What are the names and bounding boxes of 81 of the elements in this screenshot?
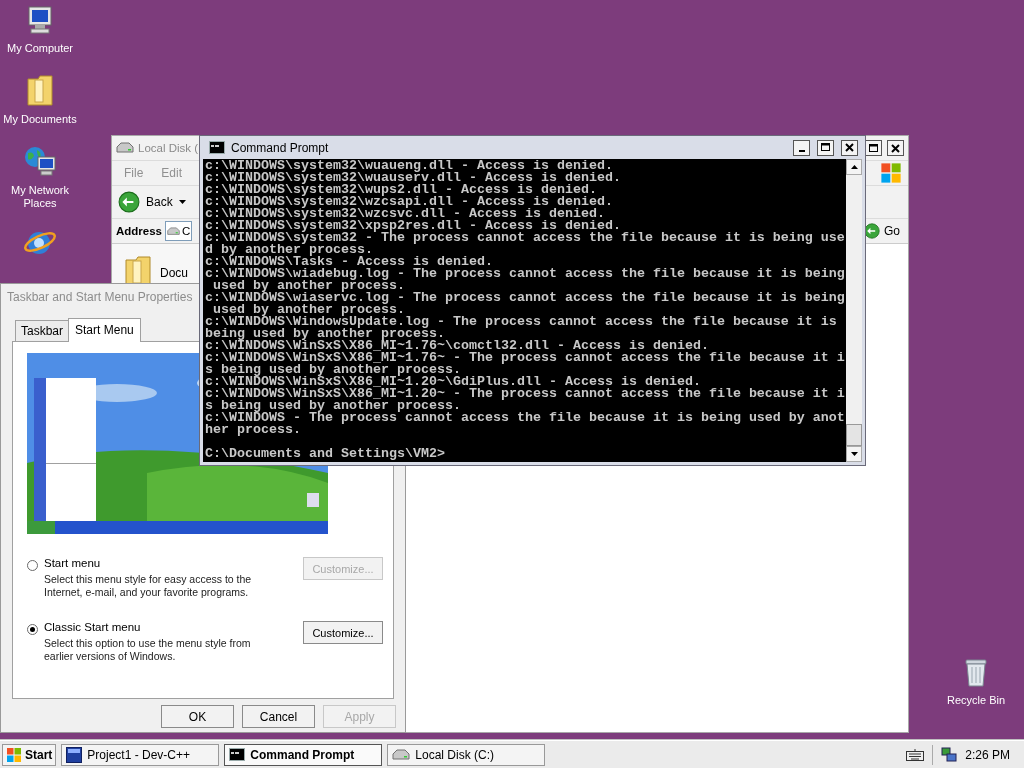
drive-icon <box>167 226 181 236</box>
console-line: c:\WINDOWS\system32\wzcsapi.dll - Access is denied. <box>205 196 614 208</box>
console-line: c:\WINDOWS\system32\wuaueng.dll - Access is denied. <box>205 160 613 172</box>
up-arrow-icon <box>850 165 858 169</box>
console-line: c:\WINDOWS\wiaservc.log - The process cannot access the file because it is being <box>205 292 846 304</box>
console-line: c:\WINDOWS\Tasks - Access is denied. <box>205 256 494 268</box>
taskbar-button[interactable]: Project1 - Dev-C++ <box>61 743 220 766</box>
console-line: c:\WINDOWS\system32\xpsp2res.dll - Access is denied. <box>205 220 621 232</box>
console-line: c:\WINDOWS\WindowsUpdate.log - The process cannot access the file because it is <box>205 316 838 328</box>
maximize-icon <box>868 142 879 154</box>
window-title: Taskbar and Start Menu Properties <box>7 290 193 304</box>
taskbar-button[interactable]: Local Disk (C:) <box>387 743 546 766</box>
icon-label[interactable]: My Documents <box>2 113 78 126</box>
console-icon <box>229 748 246 761</box>
clock[interactable]: 2:26 PM <box>965 747 1010 762</box>
option-description: Select this menu style for easy access to the Internet, e-mail, and your favorite programs. <box>44 573 253 599</box>
radio-button[interactable] <box>27 560 38 571</box>
scroll-down-button[interactable] <box>846 446 862 462</box>
trash-icon <box>963 656 989 688</box>
scrollbar-thumb[interactable] <box>846 424 862 446</box>
go-button[interactable]: Go <box>862 223 902 239</box>
drive-icon <box>392 748 411 761</box>
window-title: Local Disk ( <box>138 142 199 154</box>
console-line: c:\WINDOWS\system32\wups2.dll - Access is denied. <box>205 184 597 196</box>
console-line: c:\WINDOWS\WinSxS\X86_MI~1.76~\comctl32.dll - Access is denied. <box>205 340 709 352</box>
maximize-icon <box>820 142 831 153</box>
file-name[interactable]: Docu <box>160 266 188 280</box>
dialog-button[interactable]: OK <box>161 705 234 728</box>
start-button[interactable]: Start <box>2 743 57 766</box>
minimize-icon <box>798 150 805 152</box>
console-line: her process. <box>205 424 302 436</box>
icon-label[interactable]: My Network Places <box>2 184 78 210</box>
icon-label[interactable]: My Computer <box>2 42 78 55</box>
console-line: d by another process. <box>205 244 373 256</box>
windows-logo-icon <box>880 162 902 184</box>
icon-label[interactable]: Recycle Bin <box>938 694 1014 707</box>
maximize-button[interactable] <box>817 139 834 156</box>
console-line: c:\WINDOWS\system32 - The process cannot access the file because it is being use <box>205 232 846 244</box>
tab[interactable]: Taskbar <box>15 320 70 341</box>
down-arrow-icon <box>850 452 858 456</box>
console-line: used by another process. <box>213 280 406 292</box>
scrollbar[interactable] <box>846 159 862 462</box>
close-button[interactable] <box>887 140 904 156</box>
console-line: used by another process. <box>213 304 405 316</box>
keyboard-icon[interactable] <box>906 748 925 761</box>
console-icon <box>209 141 225 154</box>
window-title: Command Prompt <box>231 140 329 155</box>
network-icon[interactable] <box>941 746 958 763</box>
console-line: c:\WINDOWS\system32\wzcsvc.dll - Access is denied. <box>205 208 605 220</box>
customize-button[interactable]: Customize... <box>303 621 383 644</box>
tab[interactable]: Start Menu <box>68 318 141 342</box>
dialog-button[interactable]: Cancel <box>242 705 315 728</box>
globe-computer-icon <box>23 144 57 178</box>
console-line: s being used by another process. <box>205 400 462 412</box>
console-line: c:\WINDOWS\WinSxS\X86_MI~1.20~\GdiPlus.dll - Access is denied. <box>205 376 702 388</box>
back-button[interactable]: Back <box>118 191 186 213</box>
console-line: s being used by another process. <box>205 364 461 376</box>
address-field[interactable]: C <box>165 221 193 241</box>
console-line: c:\WINDOWS\WinSxS\X86_MI~1.20~ - The process cannot access the file because it i <box>205 388 846 400</box>
drive-icon <box>116 142 134 154</box>
app-icon <box>66 746 83 763</box>
scroll-up-button[interactable] <box>846 159 862 175</box>
option-label[interactable]: Classic Start menu <box>44 621 303 633</box>
folder-icon <box>26 73 54 107</box>
console-line: c:\WINDOWS\WinSxS\X86_MI~1.76~ - The process cannot access the file because it i <box>205 352 846 364</box>
console-line: being used by another process. <box>205 328 445 340</box>
taskbar-button[interactable]: Command Prompt <box>224 743 383 766</box>
windows-logo-icon <box>6 746 22 763</box>
console-line: c:\WINDOWS\wiadebug.log - The process cannot access the file because it is being <box>205 268 846 280</box>
option-label[interactable]: Start menu <box>44 557 303 569</box>
close-button[interactable] <box>841 139 858 156</box>
minimize-button[interactable] <box>793 139 810 156</box>
option-description: Select this option to use the menu style from earlier versions of Windows. <box>44 637 252 663</box>
caret-icon <box>178 200 186 204</box>
console-line: c:\WINDOWS\system32\wuauserv.dll - Access is denied. <box>205 172 622 184</box>
radio-button[interactable] <box>27 624 38 635</box>
address-label: Address <box>116 225 163 237</box>
close-icon <box>890 142 901 154</box>
console-line: c:\WINDOWS - The process cannot access the file because it is being used by anot <box>205 412 846 424</box>
close-icon <box>844 142 855 153</box>
console-prompt[interactable]: C:\Documents and Settings\VM2> <box>205 448 846 460</box>
